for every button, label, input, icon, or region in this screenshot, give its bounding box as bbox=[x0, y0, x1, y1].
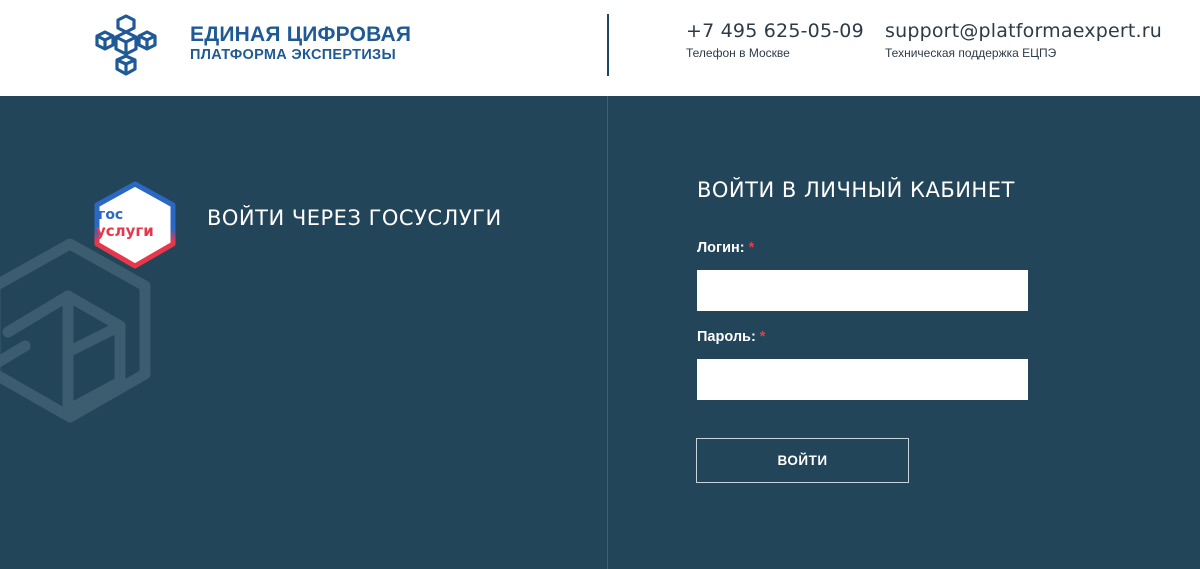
site-header: ЕДИНАЯ ЦИФРОВАЯ ПЛАТФОРМА ЭКСПЕРТИЗЫ +7 … bbox=[0, 0, 1200, 96]
site-logo-text[interactable]: ЕДИНАЯ ЦИФРОВАЯ ПЛАТФОРМА ЭКСПЕРТИЗЫ bbox=[190, 24, 411, 64]
email-caption: Техническая поддержка ЕЦПЭ bbox=[885, 46, 1057, 60]
logo-title-line1: ЕДИНАЯ ЦИФРОВАЯ bbox=[190, 23, 412, 46]
login-submit-button[interactable]: ВОЙТИ bbox=[696, 438, 909, 483]
login-label-text: Логин: bbox=[697, 240, 745, 256]
email-contact: support@platformaexpert.ru Техническая п… bbox=[885, 20, 1162, 60]
gosuslugi-logo-icon[interactable]: гос услуги bbox=[90, 180, 180, 270]
gosuslugi-login-link[interactable]: ВОЙТИ ЧЕРЕЗ ГОСУСЛУГИ bbox=[207, 206, 502, 230]
phone-contact: +7 495 625-05-09 Телефон в Москве bbox=[686, 20, 864, 60]
logo-title-line2: ПЛАТФОРМА ЭКСПЕРТИЗЫ bbox=[190, 47, 396, 63]
gos-logo-text-bottom: услуги bbox=[96, 222, 154, 240]
password-field-label: Пароль: * bbox=[697, 329, 765, 345]
login-panel: гос услуги ВОЙТИ ЧЕРЕЗ ГОСУСЛУГИ ВОЙТИ В… bbox=[0, 96, 1200, 569]
phone-number[interactable]: +7 495 625-05-09 bbox=[686, 20, 864, 42]
phone-caption: Телефон в Москве bbox=[686, 46, 790, 60]
panel-divider bbox=[607, 96, 608, 569]
cubes-logo-icon[interactable] bbox=[95, 14, 157, 76]
login-input[interactable] bbox=[697, 270, 1028, 311]
gos-logo-text-top: гос bbox=[98, 207, 123, 223]
password-input[interactable] bbox=[697, 359, 1028, 400]
required-mark: * bbox=[759, 329, 766, 345]
required-mark: * bbox=[748, 240, 755, 256]
login-form-title: ВОЙТИ В ЛИЧНЫЙ КАБИНЕТ bbox=[697, 178, 1015, 202]
header-divider bbox=[607, 14, 609, 76]
password-label-text: Пароль: bbox=[697, 329, 756, 345]
support-email-link[interactable]: support@platformaexpert.ru bbox=[885, 20, 1162, 42]
login-field-label: Логин: * bbox=[697, 240, 754, 256]
